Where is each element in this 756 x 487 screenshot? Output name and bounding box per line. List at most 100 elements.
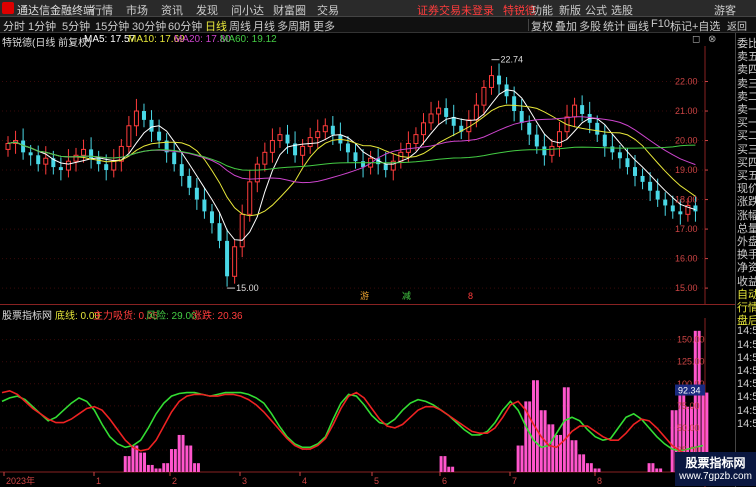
accumulation-bar bbox=[154, 468, 158, 472]
accumulation-bar bbox=[651, 463, 655, 472]
ma60-label: MA60: 19.12 bbox=[220, 34, 277, 45]
candle-body bbox=[542, 146, 547, 156]
menu-wenxiaoda[interactable]: 问小达 bbox=[231, 2, 264, 18]
indicator-grid bbox=[0, 318, 706, 487]
login-notice[interactable]: 证券交易未登录 bbox=[417, 2, 494, 18]
tab-daily[interactable]: 日线 bbox=[205, 18, 227, 34]
candle-body bbox=[512, 96, 517, 112]
btn-tongji[interactable]: 统计 bbox=[603, 18, 625, 34]
price-tick-label: 19.00 bbox=[675, 165, 698, 175]
event-tags: 游 减 8 bbox=[360, 290, 473, 301]
tick-time: 14:56 bbox=[737, 378, 756, 391]
tab-fenshi[interactable]: 分时 bbox=[3, 18, 25, 34]
btn-huaxian[interactable]: 画线 bbox=[627, 18, 649, 34]
candle-body bbox=[580, 105, 585, 114]
date-tick-label: 2023年 bbox=[6, 475, 35, 486]
chart-close-icon[interactable]: ⊗ bbox=[708, 34, 716, 45]
btn-add-watchlist[interactable]: +自选 bbox=[692, 18, 720, 34]
candle-body bbox=[141, 111, 146, 120]
accumulation-bar bbox=[169, 449, 173, 472]
tab-15min[interactable]: 15分钟 bbox=[95, 18, 129, 34]
candle-body bbox=[655, 190, 660, 200]
chart-settings-icon[interactable]: ◻ bbox=[692, 34, 700, 45]
menu-caifuquan[interactable]: 财富圈 bbox=[273, 2, 306, 18]
date-tick-label: 2 bbox=[172, 476, 177, 486]
btn-back[interactable]: 返回 bbox=[727, 18, 747, 33]
price-tick-label: 22.00 bbox=[675, 77, 698, 87]
indicator-lines bbox=[1, 389, 704, 456]
tick-time: 14:56 bbox=[737, 325, 756, 338]
tab-multi-period[interactable]: 多周期 bbox=[277, 18, 310, 34]
accumulation-bar bbox=[185, 445, 189, 472]
accumulation-bar bbox=[574, 440, 578, 472]
candle-body bbox=[595, 122, 600, 135]
accumulation-bar bbox=[173, 449, 177, 472]
menu-xinban[interactable]: 新版 bbox=[559, 2, 581, 18]
menu-gongneng[interactable]: 功能 bbox=[531, 2, 553, 18]
tab-more[interactable]: 更多 bbox=[313, 18, 335, 34]
candle-body bbox=[58, 167, 63, 171]
accumulation-bar bbox=[127, 456, 131, 472]
period-toolbar: 分时 1分钟 5分钟 15分钟 30分钟 60分钟 日线 周线 月线 多周期 更… bbox=[0, 17, 756, 33]
btn-duogu[interactable]: 多股 bbox=[579, 18, 601, 34]
menu-zixun[interactable]: 资讯 bbox=[161, 2, 183, 18]
candle-body bbox=[179, 164, 184, 176]
candle-body bbox=[65, 160, 71, 171]
candle-body bbox=[307, 137, 313, 147]
price-tick-label: 21.00 bbox=[675, 106, 698, 116]
menu-gongshi[interactable]: 公式 bbox=[585, 2, 607, 18]
candle-body bbox=[330, 125, 335, 135]
ma20-line bbox=[7, 116, 696, 184]
site-watermark: 股票指标网 www.7gpzb.com bbox=[675, 452, 756, 486]
btn-biaoji[interactable]: 标记 bbox=[670, 18, 692, 34]
tab-60min[interactable]: 60分钟 bbox=[168, 18, 202, 34]
tick-time: 14:56 bbox=[737, 351, 756, 364]
candle-body bbox=[322, 125, 328, 133]
candle-body bbox=[172, 152, 177, 165]
menu-xuangu[interactable]: 选股 bbox=[611, 2, 633, 18]
btn-diejia[interactable]: 叠加 bbox=[555, 18, 577, 34]
btn-fuquan[interactable]: 复权 bbox=[531, 18, 553, 34]
menu-faxian[interactable]: 发现 bbox=[196, 2, 218, 18]
tab-weekly[interactable]: 周线 bbox=[229, 18, 251, 34]
date-tick-label: 6 bbox=[442, 476, 447, 486]
tab-30min[interactable]: 30分钟 bbox=[132, 18, 166, 34]
accumulation-bar bbox=[578, 454, 582, 472]
candle-body bbox=[247, 181, 253, 215]
title-bar: 通达信金融终端 行情 市场 资讯 发现 问小达 财富圈 交易 证券交易未登录 特… bbox=[0, 0, 756, 17]
price-chart[interactable]: 22.00 21.00 20.00 19.00 18.00 17.00 16.00 15.00… bbox=[0, 46, 735, 304]
menu-shichang[interactable]: 市场 bbox=[126, 2, 148, 18]
candle-body bbox=[149, 119, 154, 132]
accumulation-bar bbox=[539, 410, 543, 472]
ma60-line bbox=[7, 141, 696, 171]
date-axis: 2023年 1 2 3 4 5 6 7 8 bbox=[3, 472, 602, 486]
tab-1min[interactable]: 1分钟 bbox=[28, 18, 56, 34]
menu-hangqing[interactable]: 行情 bbox=[91, 2, 113, 18]
accumulation-bar bbox=[520, 445, 524, 472]
accumulation-bar bbox=[150, 464, 154, 472]
candle-body bbox=[648, 181, 653, 191]
accumulation-bar bbox=[570, 440, 574, 472]
accumulation-bar bbox=[659, 468, 663, 472]
btn-f10[interactable]: F10 bbox=[651, 18, 670, 30]
accumulation-bar bbox=[535, 380, 539, 472]
indicator-tick-label: 75.00 bbox=[677, 401, 700, 411]
candle-body bbox=[269, 140, 275, 153]
guest-user[interactable]: 游客 bbox=[714, 2, 736, 18]
toolbar-divider bbox=[528, 19, 529, 31]
candle-body bbox=[663, 199, 668, 206]
candle-body bbox=[202, 199, 207, 212]
date-tick-label: 5 bbox=[374, 476, 379, 486]
tab-5min[interactable]: 5分钟 bbox=[62, 18, 90, 34]
menu-jiaoyi[interactable]: 交易 bbox=[317, 2, 339, 18]
candle-body bbox=[497, 75, 502, 85]
tab-monthly[interactable]: 月线 bbox=[253, 18, 275, 34]
accumulation-bar bbox=[131, 445, 135, 472]
indicator-chart[interactable]: 150.00125.00100.0075.0050.0025.0092.34 2… bbox=[0, 318, 735, 487]
accumulation-bar bbox=[593, 468, 597, 472]
candle-body bbox=[36, 155, 41, 165]
candle-body bbox=[428, 113, 434, 124]
candle-body bbox=[353, 152, 358, 162]
accumulation-bar bbox=[139, 452, 143, 472]
candle-body bbox=[28, 152, 33, 156]
